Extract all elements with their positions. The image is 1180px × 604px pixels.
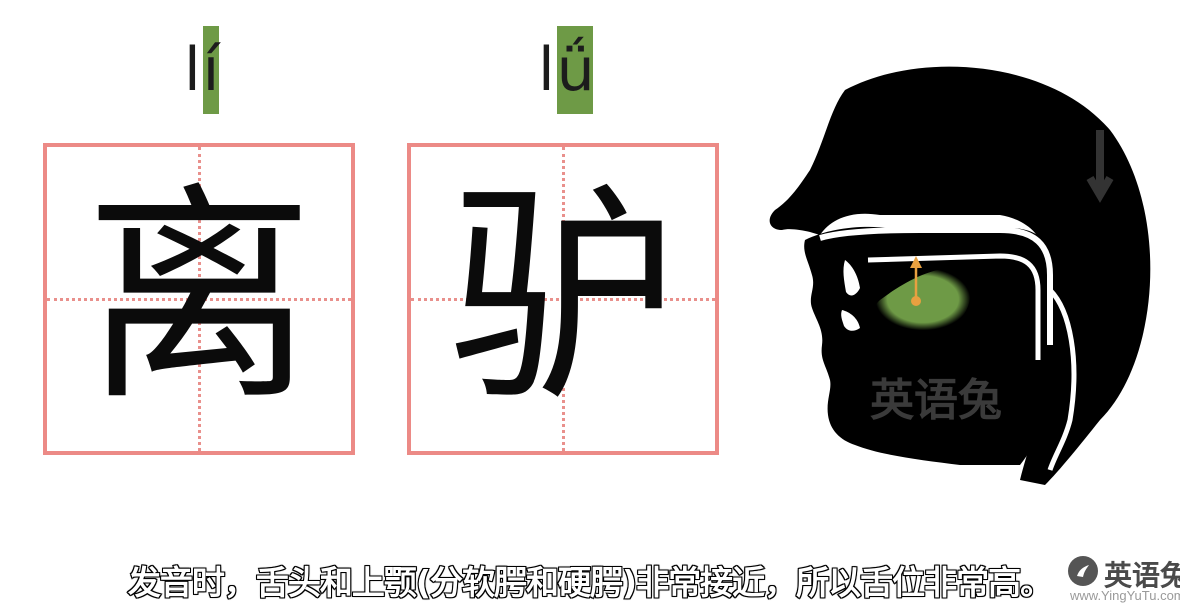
hanzi-character: 离	[83, 165, 314, 432]
character-grid: 离	[43, 143, 355, 455]
diagram-watermark: 英语兔	[870, 375, 1002, 426]
pinyin-li: lí	[184, 26, 219, 114]
pinyin-initial: l	[184, 35, 201, 105]
character-grid: 驴	[407, 143, 719, 455]
tongue-arrow-dot	[911, 296, 921, 306]
subtitle-caption: 发音时，舌头和上颚(分软腭和硬腭)非常接近，所以舌位非常高。	[127, 562, 1054, 603]
brand-url: www.YingYuTu.com	[1070, 588, 1180, 603]
pinyin-vowel-highlight: í	[202, 26, 219, 114]
pinyin-initial: l	[538, 35, 555, 105]
hanzi-character: 驴	[447, 165, 678, 432]
pinyin-vowel-highlight: ǘ	[556, 26, 595, 114]
brand-watermark: 英语兔 www.YingYuTu.com	[1064, 552, 1180, 604]
pinyin-lu: lǘ	[538, 26, 595, 114]
mouth-cross-section-diagram: 英语兔	[769, 66, 1151, 485]
rabbit-logo-icon	[1068, 556, 1098, 586]
face-silhouette	[804, 226, 1055, 465]
